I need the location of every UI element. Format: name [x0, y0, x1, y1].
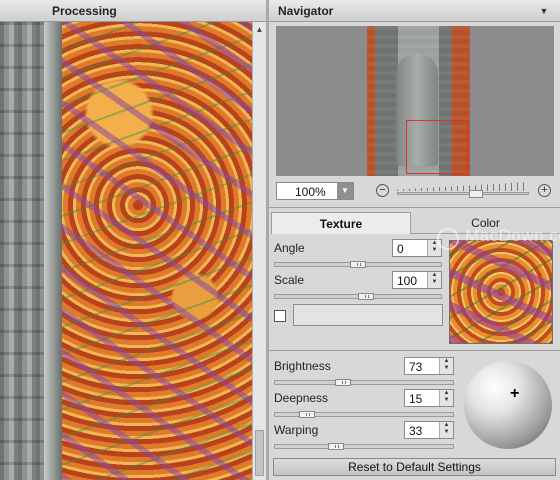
deepness-label: Deepness — [274, 391, 329, 405]
navigator-preview[interactable] — [276, 26, 554, 176]
texture-text-input[interactable] — [293, 304, 443, 326]
app-window: Processing ▲ Navigator ▼ 100% ▼ − + Text… — [0, 0, 560, 480]
brightness-stepper[interactable]: 73 ▲ ▼ — [404, 357, 454, 375]
spin-up-down-icon[interactable]: ▲ ▼ — [439, 390, 453, 406]
brightness-slider-thumb[interactable] — [334, 379, 351, 386]
navigator-header: Navigator ▼ — [269, 0, 560, 22]
navigator-viewport-rect[interactable] — [406, 120, 468, 174]
textured-image — [62, 22, 252, 480]
zoom-ticks — [397, 182, 529, 191]
tab-texture[interactable]: Texture — [271, 212, 411, 234]
warping-value: 33 — [409, 424, 423, 438]
deepness-stepper[interactable]: 15 ▲ ▼ — [404, 389, 454, 407]
brightness-label: Brightness — [274, 359, 331, 373]
processing-panel: Processing ▲ — [0, 0, 266, 480]
menu-arrow-icon[interactable]: ▼ — [538, 5, 550, 17]
angle-value: 0 — [397, 242, 404, 256]
zoom-slider-thumb[interactable] — [468, 190, 483, 198]
scale-stepper[interactable]: 100 ▲ ▼ — [392, 271, 442, 289]
deepness-slider-thumb[interactable] — [298, 411, 315, 418]
scale-label: Scale — [274, 273, 305, 287]
warping-slider-track[interactable] — [274, 444, 454, 449]
zoom-dropdown-arrow-icon[interactable]: ▼ — [337, 183, 353, 199]
zoom-in-icon[interactable]: + — [538, 184, 551, 197]
watermark-text: MacDown.com — [465, 226, 560, 245]
spin-up-down-icon[interactable]: ▲ ▼ — [439, 422, 453, 438]
warping-label: Warping — [274, 423, 319, 437]
scale-slider-thumb[interactable] — [357, 293, 374, 300]
stone-edge — [44, 22, 62, 480]
brightness-value: 73 — [409, 360, 423, 374]
deepness-value: 15 — [409, 392, 423, 406]
separator — [269, 207, 560, 208]
watermark-logo-icon — [437, 228, 459, 250]
zoom-select[interactable]: 100% ▼ — [276, 182, 354, 200]
angle-slider-thumb[interactable] — [350, 261, 366, 268]
settings-panel: Navigator ▼ 100% ▼ − + Texture Color Ang… — [269, 0, 560, 480]
processing-canvas[interactable] — [0, 22, 252, 480]
reset-defaults-button[interactable]: Reset to Default Settings — [273, 458, 556, 476]
spin-up-down-icon[interactable]: ▲ ▼ — [427, 272, 441, 288]
texture-checkbox[interactable] — [274, 310, 286, 322]
scroll-up-icon[interactable]: ▲ — [253, 24, 266, 36]
warping-slider-thumb[interactable] — [328, 443, 345, 450]
processing-header: Processing — [0, 0, 266, 22]
zoom-slider-track[interactable] — [397, 192, 529, 195]
crosshair-icon[interactable]: + — [510, 385, 519, 403]
angle-label: Angle — [274, 241, 305, 255]
scale-value: 100 — [397, 274, 418, 288]
scrollbar-thumb[interactable] — [255, 430, 264, 476]
angle-stepper[interactable]: 0 ▲ ▼ — [392, 239, 442, 257]
zoom-out-icon[interactable]: − — [376, 184, 389, 197]
vertical-scrollbar[interactable]: ▲ — [252, 22, 266, 480]
zoom-value: 100% — [295, 185, 326, 199]
spin-up-down-icon[interactable]: ▲ ▼ — [439, 358, 453, 374]
separator — [269, 350, 560, 351]
navigator-title: Navigator — [278, 4, 334, 18]
processing-title: Processing — [52, 4, 117, 18]
brightness-slider-track[interactable] — [274, 380, 454, 385]
light-direction-sphere[interactable]: + — [464, 361, 552, 449]
texture-thumbnail[interactable] — [449, 240, 553, 344]
warping-stepper[interactable]: 33 ▲ ▼ — [404, 421, 454, 439]
